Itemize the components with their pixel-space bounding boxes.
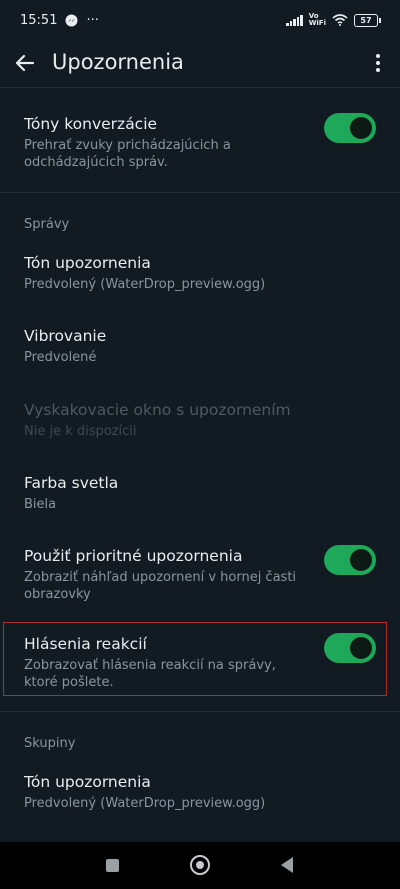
signal-icon bbox=[286, 14, 303, 26]
back-triangle-icon[interactable] bbox=[281, 857, 293, 873]
section-header-groups: Skupiny bbox=[24, 736, 76, 751]
status-bar: 15:51 ··· Vo WiFi 57 bbox=[0, 0, 400, 40]
toggle-knob bbox=[350, 637, 372, 659]
system-navigation-bar bbox=[0, 842, 400, 889]
priority-notifications-toggle[interactable] bbox=[324, 545, 376, 575]
setting-subtitle: Prehrať zvuky prichádzajúcich a odchádza… bbox=[24, 138, 231, 170]
vowifi-indicator: Vo WiFi bbox=[309, 13, 326, 27]
setting-light-color[interactable]: Farba svetla Biela bbox=[0, 473, 400, 513]
setting-title: Farba svetla bbox=[24, 474, 119, 492]
status-right: Vo WiFi 57 bbox=[286, 13, 381, 27]
divider bbox=[0, 192, 400, 193]
setting-subtitle: Zobraziť náhľad upozornení v hornej čast… bbox=[24, 570, 297, 602]
setting-title: Použiť prioritné upozornenia bbox=[24, 547, 243, 565]
setting-popup-notification: Vyskakovacie okno s upozornením Nie je k… bbox=[0, 400, 400, 440]
toggle-knob bbox=[350, 117, 372, 139]
back-arrow-icon[interactable] bbox=[12, 50, 38, 76]
setting-group-notification-tone[interactable]: Tón upozornenia Predvolený (WaterDrop_pr… bbox=[0, 772, 400, 812]
status-left: 15:51 ··· bbox=[20, 13, 99, 28]
divider bbox=[0, 87, 400, 88]
setting-value: Predvolený (WaterDrop_preview.ogg) bbox=[24, 796, 266, 811]
setting-vibrate[interactable]: Vibrovanie Predvolené bbox=[0, 326, 400, 366]
page-title: Upozornenia bbox=[52, 50, 184, 74]
messenger-icon bbox=[65, 14, 78, 26]
setting-value: Nie je k dispozícii bbox=[24, 424, 137, 439]
setting-title: Vyskakovacie okno s upozornením bbox=[24, 401, 291, 419]
setting-notification-tone[interactable]: Tón upozornenia Predvolený (WaterDrop_pr… bbox=[0, 253, 400, 293]
app-bar: Upozornenia bbox=[0, 40, 400, 86]
divider bbox=[0, 711, 400, 712]
section-header-messages: Správy bbox=[24, 217, 70, 232]
more-options-icon[interactable] bbox=[368, 51, 388, 75]
setting-title: Tón upozornenia bbox=[24, 773, 151, 791]
toggle-knob bbox=[350, 549, 372, 571]
wifi-icon bbox=[332, 14, 348, 26]
battery-icon: 57 bbox=[354, 13, 381, 27]
setting-subtitle: Zobrazovať hlásenia reakcií na správy, k… bbox=[24, 658, 276, 690]
status-more-notifications: ··· bbox=[86, 12, 99, 28]
home-circle-icon[interactable] bbox=[190, 855, 210, 875]
setting-value: Predvolený (WaterDrop_preview.ogg) bbox=[24, 277, 266, 292]
conversation-tones-toggle[interactable] bbox=[324, 113, 376, 143]
setting-title: Tóny konverzácie bbox=[24, 115, 158, 133]
setting-value: Biela bbox=[24, 497, 57, 512]
reaction-notifications-toggle[interactable] bbox=[324, 633, 376, 663]
setting-value: Predvolené bbox=[24, 350, 97, 365]
setting-title: Tón upozornenia bbox=[24, 254, 151, 272]
setting-title: Hlásenia reakcií bbox=[24, 635, 147, 653]
recents-square-icon[interactable] bbox=[106, 859, 119, 872]
status-time: 15:51 bbox=[20, 12, 58, 28]
vowifi-wifi: WiFi bbox=[308, 19, 326, 27]
setting-title: Vibrovanie bbox=[24, 327, 107, 345]
